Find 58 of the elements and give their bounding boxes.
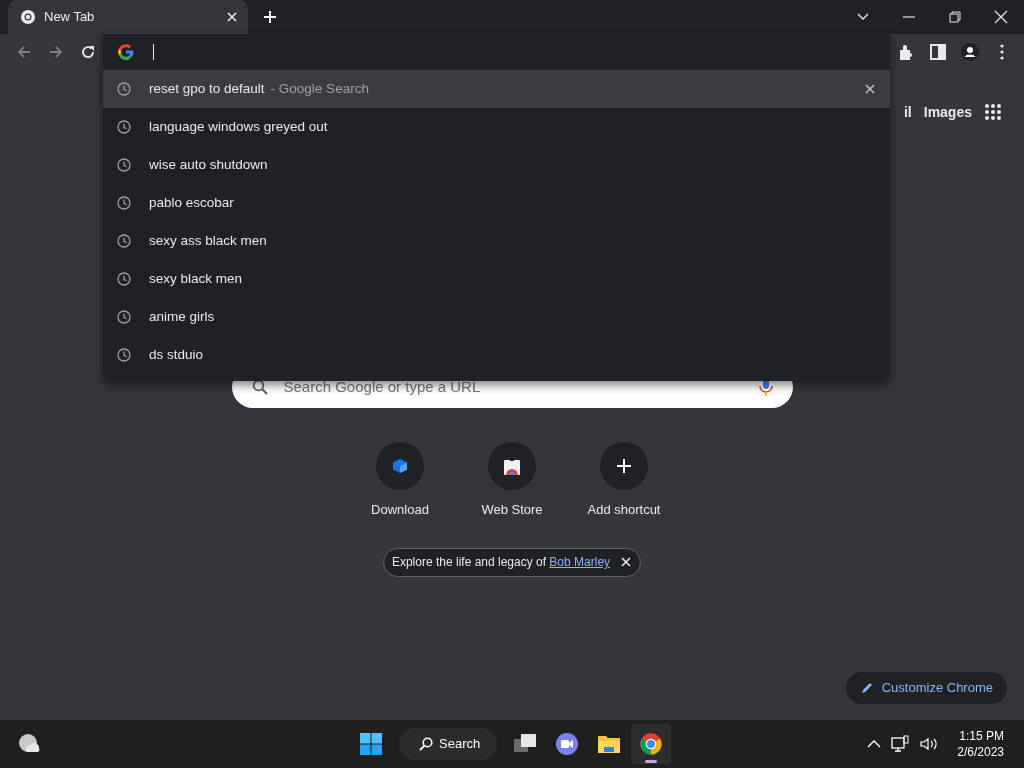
history-icon bbox=[117, 82, 131, 96]
suggestion-item[interactable]: sexy ass black men bbox=[103, 222, 890, 260]
profile-icon[interactable] bbox=[961, 43, 979, 61]
apps-icon[interactable] bbox=[984, 103, 1002, 121]
search-icon bbox=[419, 737, 433, 751]
history-icon bbox=[117, 234, 131, 248]
plus-icon bbox=[615, 457, 633, 475]
clock-time[interactable]: 1:15 PM bbox=[959, 728, 1004, 744]
taskbar-search-button[interactable]: Search bbox=[399, 728, 497, 760]
shortcut-label[interactable]: Download bbox=[371, 500, 429, 520]
header-link[interactable]: Images bbox=[923, 101, 972, 123]
suggestion-item[interactable]: ds stduio bbox=[103, 336, 890, 374]
cube-icon bbox=[391, 457, 409, 475]
suggestion-item[interactable]: language windows greyed out bbox=[103, 108, 890, 146]
suggestion-item[interactable]: wise auto shutdown bbox=[103, 146, 890, 184]
plus-icon bbox=[263, 10, 277, 24]
shortcut-tile[interactable] bbox=[600, 442, 648, 490]
close-icon[interactable] bbox=[994, 10, 1008, 24]
reload-icon[interactable] bbox=[79, 43, 97, 61]
web-store-icon bbox=[502, 457, 522, 475]
suggestion-item[interactable]: reset gpo to default - Google Search bbox=[103, 70, 890, 108]
shortcut-tile[interactable] bbox=[376, 442, 424, 490]
header-link[interactable]: il bbox=[903, 101, 912, 123]
extensions-icon[interactable] bbox=[897, 43, 915, 61]
shortcut-label[interactable]: Web Store bbox=[481, 500, 543, 520]
close-icon bbox=[620, 556, 633, 568]
close-promo-button[interactable] bbox=[620, 556, 633, 568]
history-icon bbox=[117, 348, 131, 362]
close-icon bbox=[226, 11, 238, 23]
suggestion-item[interactable]: anime girls bbox=[103, 298, 890, 336]
browser-tab[interactable]: New Tab bbox=[8, 0, 248, 34]
monitor-icon[interactable] bbox=[891, 735, 910, 753]
history-icon bbox=[117, 120, 131, 134]
history-icon bbox=[117, 196, 131, 210]
restore-icon[interactable] bbox=[948, 10, 962, 24]
speaker-icon[interactable] bbox=[919, 736, 940, 752]
side-panel-icon[interactable] bbox=[929, 43, 947, 61]
history-icon bbox=[117, 310, 131, 324]
google-icon bbox=[117, 43, 135, 61]
search-icon bbox=[251, 379, 268, 395]
taskbar-app[interactable] bbox=[631, 724, 671, 764]
customize-chrome-button[interactable]: Customize Chrome bbox=[845, 672, 1007, 704]
search-field[interactable]: Search Google or type a URL bbox=[281, 374, 745, 400]
close-tab-button[interactable] bbox=[226, 11, 238, 23]
video-chat-icon bbox=[555, 732, 579, 756]
start-icon[interactable] bbox=[360, 733, 382, 755]
chevron-up-icon[interactable] bbox=[867, 739, 882, 749]
promo-text: Explore the life and legacy of Bob Marley bbox=[391, 554, 611, 571]
history-icon bbox=[117, 158, 131, 172]
promo-link[interactable]: Bob Marley bbox=[549, 555, 611, 569]
shortcut-tile[interactable] bbox=[488, 442, 536, 490]
suggestion-item[interactable]: sexy black men bbox=[103, 260, 890, 298]
clock-date[interactable]: 2/6/2023 bbox=[957, 744, 1004, 760]
history-icon bbox=[117, 272, 131, 286]
close-icon bbox=[864, 83, 876, 95]
suggestion-item[interactable]: pablo escobar bbox=[103, 184, 890, 222]
pencil-icon bbox=[859, 681, 874, 695]
shortcut-label[interactable]: Add shortcut bbox=[587, 500, 661, 520]
